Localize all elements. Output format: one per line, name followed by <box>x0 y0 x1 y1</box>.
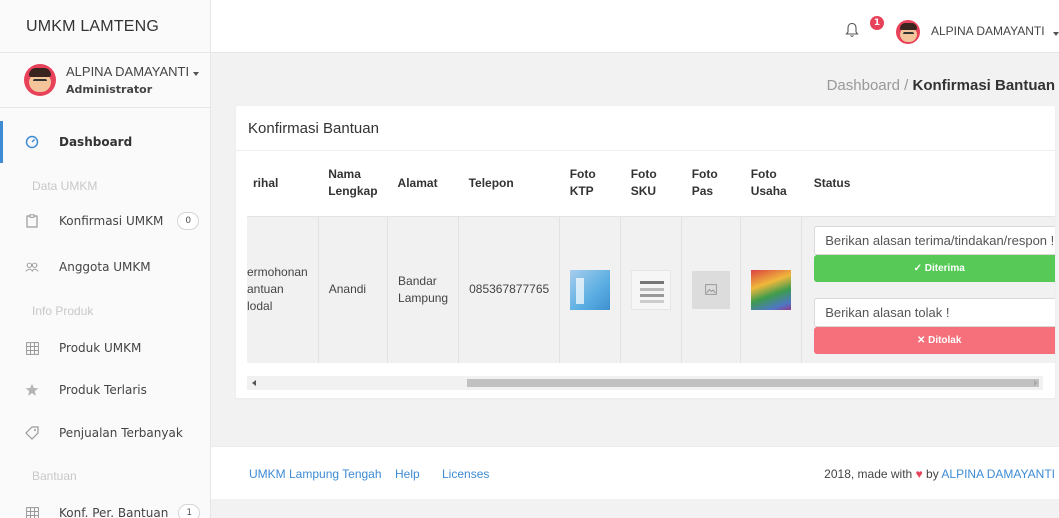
cell-foto-sku <box>620 216 683 363</box>
brand-title[interactable]: UMKM LAMTENG <box>0 0 210 53</box>
accept-reason-input[interactable]: Berikan alasan terima/tindakan/respon ! <box>814 225 1055 255</box>
scroll-left-icon[interactable] <box>252 380 256 386</box>
card-title: Konfirmasi Bantuan <box>236 106 1055 151</box>
section-label-bantuan: Bantuan <box>32 469 77 483</box>
top-user-name: ALPINA DAMAYANTI <box>931 24 1045 38</box>
scroll-right-icon[interactable] <box>1034 380 1038 386</box>
sidebar-profile[interactable]: ALPINA DAMAYANTI Administrator <box>0 53 210 108</box>
cell-foto-pas <box>681 216 742 363</box>
count-badge: 1 <box>178 504 201 518</box>
table-row: ermohonan antuan lodal Anandi Bandar Lam… <box>247 216 1055 363</box>
sidebar-item-penjualan-terbanyak[interactable]: Penjualan Terbanyak <box>0 423 210 443</box>
profile-role: Administrator <box>66 83 153 96</box>
top-navbar: 1 ALPINA DAMAYANTI <box>211 0 1059 53</box>
column-header: Alamat <box>387 151 459 217</box>
column-header: Foto Usaha <box>740 151 802 217</box>
sku-photo-thumbnail[interactable] <box>631 269 672 310</box>
heart-icon: ♥ <box>915 467 923 481</box>
dashboard-gauge-icon <box>25 135 39 149</box>
sidebar-item-label: Konfirmasi UMKM <box>59 214 164 228</box>
credit-prefix: 2018, made with <box>824 467 913 481</box>
column-header: Foto Pas <box>681 151 741 217</box>
horizontal-scrollbar[interactable] <box>247 376 1043 390</box>
cell-perihal: ermohonan antuan lodal <box>247 216 319 363</box>
column-header: Status <box>801 151 1055 217</box>
top-avatar[interactable] <box>896 20 920 44</box>
footer-credit: 2018, made with ♥ by ALPINA DAMAYANTI <box>824 467 1055 481</box>
sidebar-item-dashboard[interactable]: Dashboard <box>0 132 210 152</box>
footer-link-licenses[interactable]: Licenses <box>442 467 489 481</box>
chevron-down-icon <box>193 72 200 76</box>
confirmation-table: rihal Nama Lengkap Alamat Telepon Foto K… <box>247 151 1055 363</box>
credit-by: by <box>926 467 939 481</box>
cell-telepon: 085367877765 <box>458 216 561 363</box>
profile-name: ALPINA DAMAYANTI <box>66 64 190 79</box>
sidebar-item-label: Produk Terlaris <box>59 383 147 397</box>
sidebar-item-label: Konf. Per. Bantuan <box>59 506 169 518</box>
footer-link-help[interactable]: Help <box>395 467 420 481</box>
sidebar-item-label: Penjualan Terbanyak <box>59 426 183 440</box>
sidebar-item-konf-per-bantuan[interactable]: Konf. Per. Bantuan 1 <box>0 503 210 518</box>
column-header: rihal <box>247 151 319 217</box>
column-header: Telepon <box>458 151 560 217</box>
accept-button[interactable]: ✓ Diterima <box>814 254 1055 282</box>
credit-author[interactable]: ALPINA DAMAYANTI <box>941 467 1055 481</box>
column-header: Nama Lengkap <box>318 151 388 217</box>
count-badge: 0 <box>177 212 200 230</box>
chevron-down-icon <box>1052 31 1059 36</box>
breadcrumb-current: Konfirmasi Bantuan <box>912 77 1055 94</box>
grid-table-icon <box>25 506 39 518</box>
breadcrumb: Dashboard / Konfirmasi Bantuan <box>827 77 1055 94</box>
ktp-photo-thumbnail[interactable] <box>570 269 611 310</box>
pas-photo-placeholder[interactable] <box>692 270 731 309</box>
section-label-info-produk: Info Produk <box>32 304 94 318</box>
notification-badge: 1 <box>870 16 884 30</box>
cell-nama: Anandi <box>318 216 389 363</box>
breadcrumb-parent[interactable]: Dashboard <box>827 77 900 94</box>
bell-icon[interactable] <box>845 22 859 38</box>
tag-icon <box>25 426 39 440</box>
table-scroll-area[interactable]: rihal Nama Lengkap Alamat Telepon Foto K… <box>247 151 1055 371</box>
table-header-row: rihal Nama Lengkap Alamat Telepon Foto K… <box>247 151 1055 217</box>
clipboard-icon <box>25 214 39 228</box>
reject-button[interactable]: ✕ Ditolak <box>814 326 1055 354</box>
konfirmasi-card: Konfirmasi Bantuan rihal Nama Lengkap Al… <box>236 106 1055 398</box>
footer: UMKM Lampung Tengah Help Licenses 2018, … <box>211 446 1059 499</box>
sidebar-item-produk-umkm[interactable]: Produk UMKM <box>0 338 210 358</box>
scrollbar-thumb[interactable] <box>467 379 1039 387</box>
cell-alamat: Bandar Lampung <box>387 216 460 363</box>
sidebar-item-label: Anggota UMKM <box>59 260 151 274</box>
reject-reason-input[interactable]: Berikan alasan tolak ! <box>814 297 1055 327</box>
section-label-data-umkm: Data UMKM <box>32 179 98 193</box>
column-header: Foto SKU <box>620 151 682 217</box>
breadcrumb-separator: / <box>899 77 913 94</box>
cell-foto-ktp <box>559 216 622 363</box>
sidebar-item-anggota-umkm[interactable]: Anggota UMKM <box>0 257 210 277</box>
image-placeholder-icon <box>705 284 718 296</box>
footer-link-umkm[interactable]: UMKM Lampung Tengah <box>249 467 382 481</box>
sidebar-item-label: Dashboard <box>59 135 133 149</box>
avatar <box>24 64 56 96</box>
star-icon <box>25 383 39 397</box>
user-menu[interactable]: ALPINA DAMAYANTI <box>931 24 1059 38</box>
sidebar-item-konfirmasi-umkm[interactable]: Konfirmasi UMKM 0 <box>0 211 210 231</box>
grid-table-icon <box>25 341 39 355</box>
users-icon <box>25 260 39 274</box>
usaha-photo-thumbnail[interactable] <box>751 269 792 310</box>
sidebar-item-produk-terlaris[interactable]: Produk Terlaris <box>0 380 210 400</box>
sidebar: UMKM LAMTENG ALPINA DAMAYANTI Administra… <box>0 0 211 518</box>
column-header: Foto KTP <box>559 151 621 217</box>
sidebar-item-label: Produk UMKM <box>59 341 142 355</box>
cell-foto-usaha <box>740 216 803 363</box>
cell-status: Berikan alasan terima/tindakan/respon ! … <box>801 216 1055 363</box>
